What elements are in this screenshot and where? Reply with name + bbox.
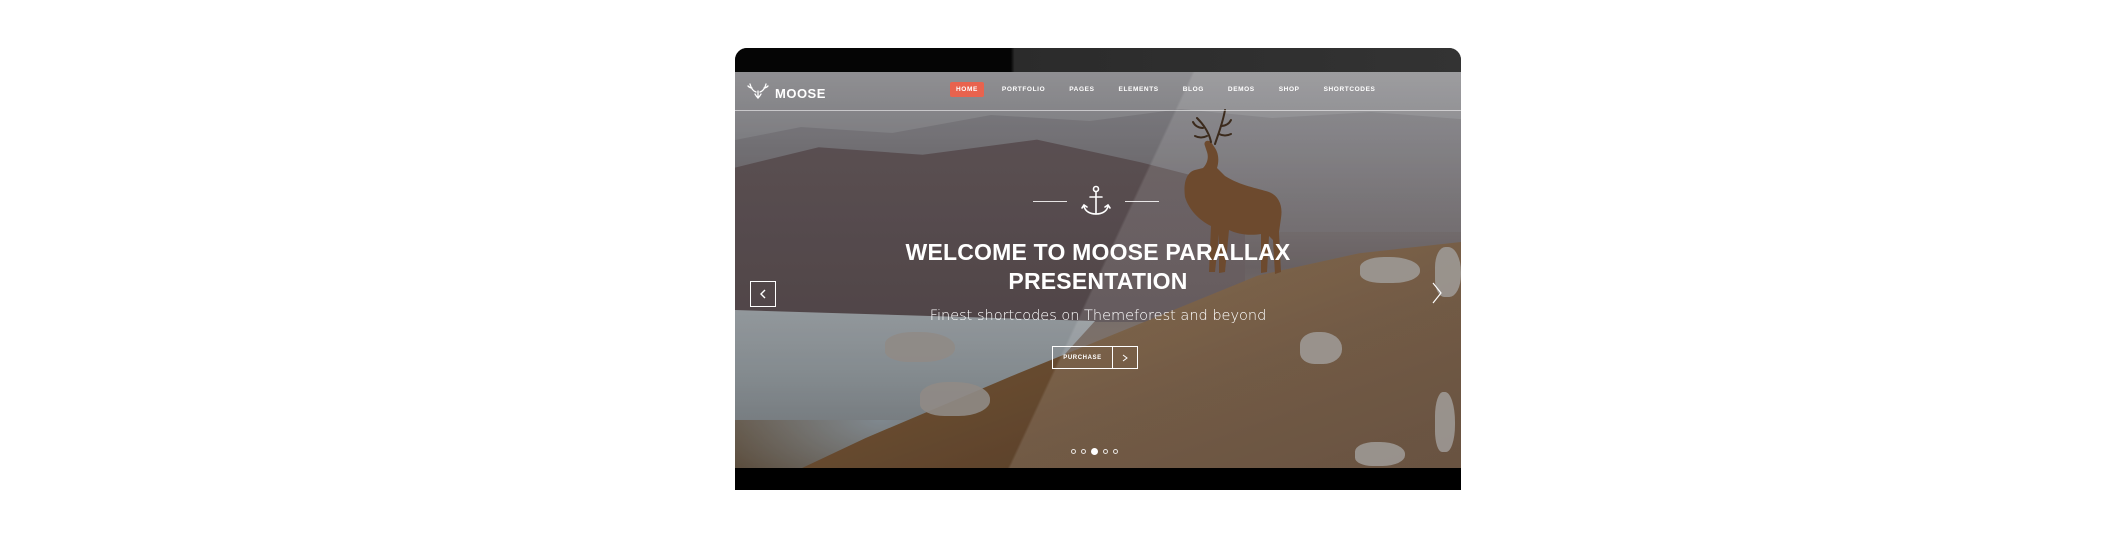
nav-item-portfolio[interactable]: PORTFOLIO	[996, 82, 1051, 97]
hero-title-line-1: WELCOME TO MOOSE PARALLAX	[905, 239, 1291, 265]
purchase-label: PURCHASE	[1063, 354, 1102, 361]
device-bottom-bezel	[735, 468, 1461, 490]
anchor-icon	[1081, 185, 1111, 215]
slider-dot-active[interactable]	[1091, 448, 1098, 455]
slider-dot[interactable]	[1113, 449, 1118, 454]
hero-title: WELCOME TO MOOSE PARALLAX PRESENTATION	[885, 238, 1311, 296]
hero-divider	[1033, 184, 1159, 218]
chevron-right-icon	[1432, 282, 1442, 304]
hero-title-line-2: PRESENTATION	[1008, 268, 1188, 294]
nav-item-blog[interactable]: BLOG	[1177, 82, 1210, 97]
chevron-left-icon	[760, 289, 766, 299]
nav-item-shop[interactable]: SHOP	[1273, 82, 1306, 97]
slider-dot[interactable]	[1071, 449, 1076, 454]
website-screenshot: MOOSE HOME PORTFOLIO PAGES ELEMENTS BLOG…	[735, 72, 1461, 490]
site-logo[interactable]: MOOSE	[747, 82, 826, 105]
divider-line-left	[1033, 200, 1067, 202]
nav-item-elements[interactable]: ELEMENTS	[1113, 82, 1165, 97]
nav-item-demos[interactable]: DEMOS	[1222, 82, 1261, 97]
nav-item-pages[interactable]: PAGES	[1063, 82, 1100, 97]
nav-item-shortcodes[interactable]: SHORTCODES	[1318, 82, 1382, 97]
slider-pagination	[1071, 448, 1118, 455]
hero-subtitle: Finest shortcodes on Themeforest and bey…	[929, 308, 1267, 324]
hero-section: WELCOME TO MOOSE PARALLAX PRESENTATION F…	[735, 72, 1461, 490]
purchase-button[interactable]: PURCHASE	[1052, 346, 1138, 369]
slider-dot[interactable]	[1103, 449, 1108, 454]
divider-line-right	[1125, 200, 1159, 202]
main-navigation: HOME PORTFOLIO PAGES ELEMENTS BLOG DEMOS…	[950, 82, 1393, 97]
deer-antler-icon	[747, 82, 769, 105]
arrow-right-icon	[1112, 347, 1137, 368]
slider-dot[interactable]	[1081, 449, 1086, 454]
slider-prev-button[interactable]	[750, 281, 776, 307]
device-frame: MOOSE HOME PORTFOLIO PAGES ELEMENTS BLOG…	[735, 48, 1461, 490]
brand-name: MOOSE	[775, 86, 826, 101]
nav-item-home[interactable]: HOME	[950, 82, 984, 97]
slider-next-button[interactable]	[1427, 278, 1447, 308]
site-navbar: MOOSE HOME PORTFOLIO PAGES ELEMENTS BLOG…	[735, 72, 1461, 111]
device-top-bezel	[735, 48, 1461, 72]
